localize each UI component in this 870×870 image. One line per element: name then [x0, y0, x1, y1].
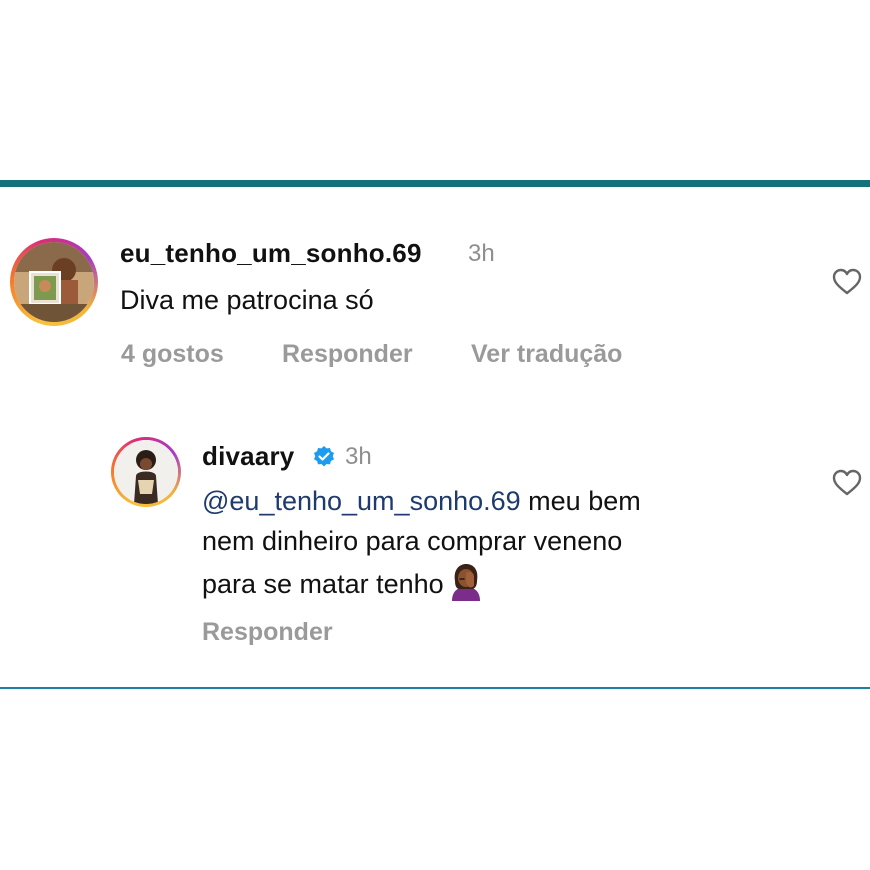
comment-reply-button[interactable]: Responder [282, 340, 413, 369]
reply-reply-button[interactable]: Responder [202, 618, 333, 647]
reply-text-line-3: para se matar tenho [202, 561, 802, 604]
reply-text: @eu_tenho_um_sonho.69 meu bem nem dinhei… [202, 481, 802, 604]
bottom-divider-line [0, 687, 870, 689]
comment-timestamp: 3h [468, 240, 495, 267]
replier-username[interactable]: divaary [202, 441, 294, 472]
reply-timestamp: 3h [345, 443, 372, 470]
top-accent-bar [0, 180, 870, 187]
reply-text-part-1: meu bem [520, 486, 641, 516]
profile-photo-icon [14, 242, 94, 322]
commenter-avatar-ring[interactable] [10, 238, 98, 326]
profile-photo-icon [114, 440, 178, 504]
commenter-username[interactable]: eu_tenho_um_sonho.69 [120, 238, 422, 269]
reply-text-line-2: nem dinheiro para comprar veneno [202, 526, 623, 556]
reply-text-line-1: @eu_tenho_um_sonho.69 meu bem [202, 481, 802, 521]
replier-avatar [114, 440, 178, 504]
comment-like-heart-icon[interactable] [832, 268, 862, 296]
comment-see-translation-button[interactable]: Ver tradução [471, 340, 622, 369]
commenter-avatar [14, 242, 94, 322]
woman-facepalming-emoji-icon [451, 564, 480, 601]
reply-like-heart-icon[interactable] [832, 469, 862, 497]
comment-likes-count[interactable]: 4 gostos [121, 340, 224, 369]
comment-text: Diva me patrocina só [120, 285, 374, 315]
reply-mention-link[interactable]: @eu_tenho_um_sonho.69 [202, 486, 521, 516]
verified-badge-icon [314, 446, 334, 467]
reply-text-part-3: para se matar tenho [202, 569, 444, 599]
replier-avatar-ring[interactable] [111, 437, 181, 507]
